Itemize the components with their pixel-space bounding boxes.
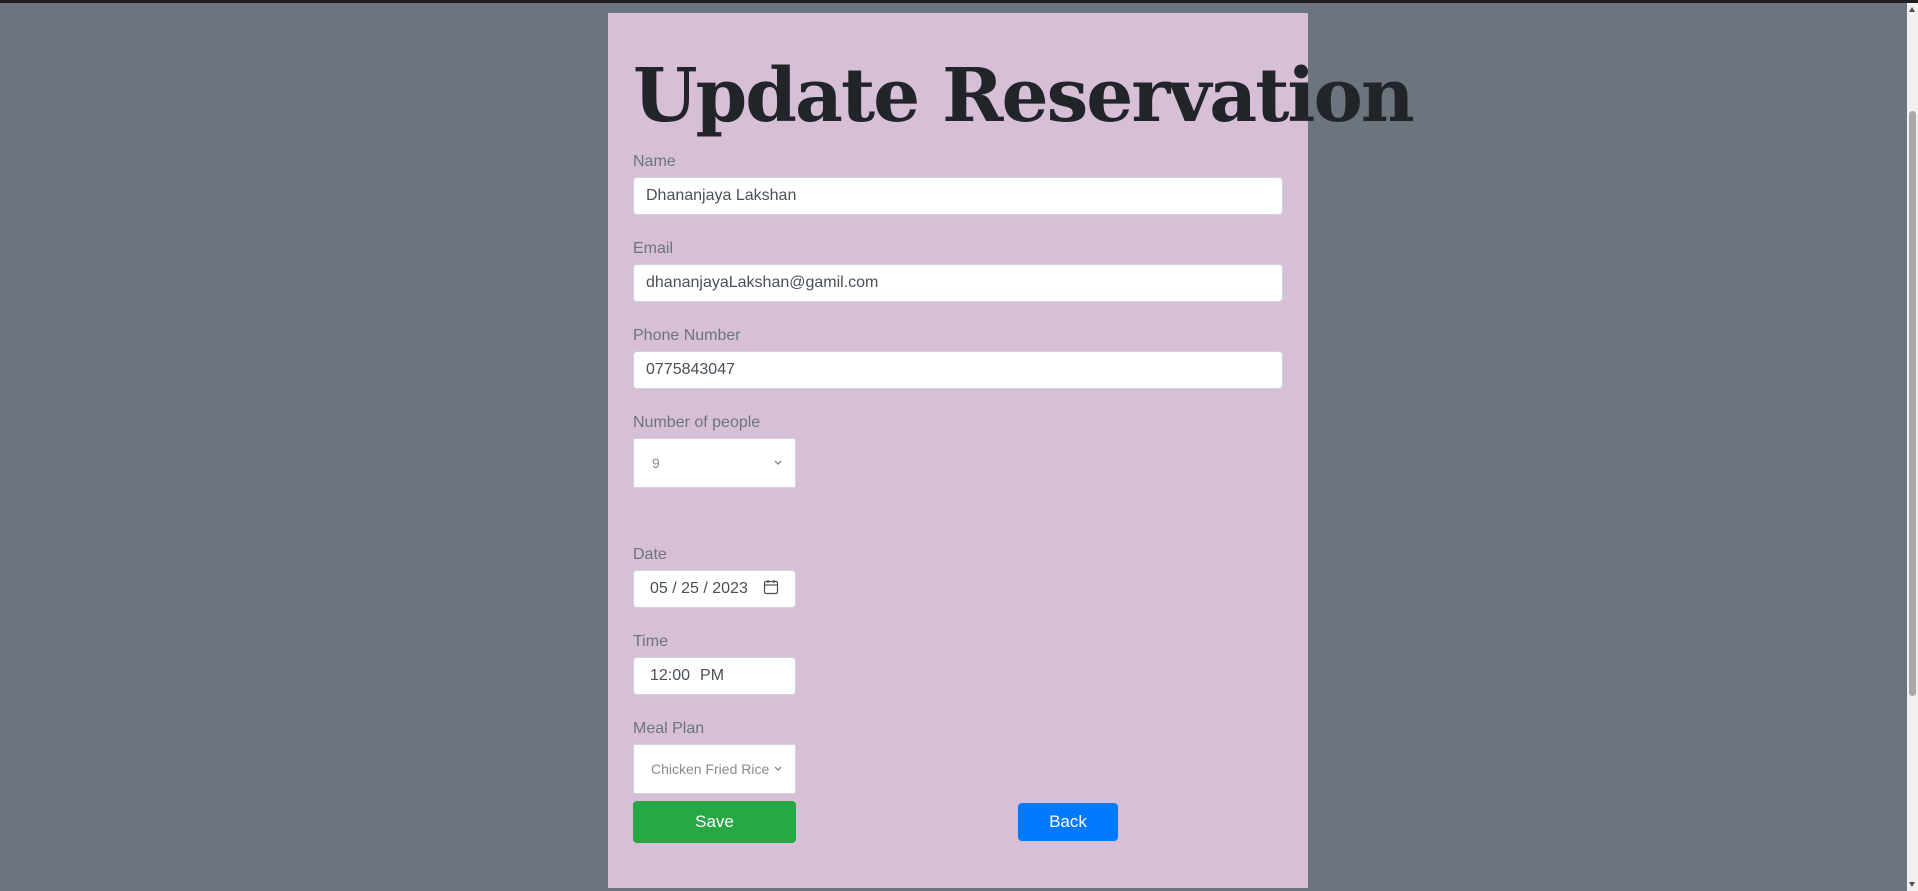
page-scrollbar[interactable] xyxy=(1907,3,1918,891)
phone-input[interactable]: 0775843047 xyxy=(633,351,1283,389)
time-ampm[interactable]: PM xyxy=(700,667,724,685)
date-input[interactable]: 05 / 25 / 2023 xyxy=(633,570,796,608)
time-field-group: Time 12 : 00 PM xyxy=(633,633,796,695)
date-separator: / xyxy=(672,580,682,597)
meal-field-group: Meal Plan Chicken Fried Rice xyxy=(633,720,796,794)
time-minute[interactable]: 00 xyxy=(672,667,690,685)
date-year[interactable]: 2023 xyxy=(712,580,748,597)
window-top-border xyxy=(0,0,1918,3)
chevron-down-icon xyxy=(773,458,783,468)
people-select[interactable]: 9 xyxy=(633,438,796,488)
meal-label: Meal Plan xyxy=(633,720,705,737)
phone-label: Phone Number xyxy=(633,327,741,344)
date-month[interactable]: 05 xyxy=(650,580,668,597)
date-field-group: Date 05 / 25 / 2023 xyxy=(633,546,796,608)
name-input[interactable]: Dhananjaya Lakshan xyxy=(633,177,1283,215)
time-hour[interactable]: 12 xyxy=(650,667,668,685)
scroll-up-arrow-icon[interactable] xyxy=(1909,7,1915,12)
email-input-value: dhananjayaLakshan@gamil.com xyxy=(646,274,879,291)
date-day[interactable]: 25 xyxy=(681,580,699,597)
people-select-value: 9 xyxy=(652,455,660,471)
scroll-thumb[interactable] xyxy=(1909,111,1916,696)
reservation-form: Update Reservation Name Dhananjaya Laksh… xyxy=(608,13,1415,888)
page-title: Update Reservation xyxy=(633,53,1415,139)
time-label: Time xyxy=(633,633,668,650)
scroll-down-arrow-icon[interactable] xyxy=(1909,882,1915,887)
save-button[interactable]: Save xyxy=(633,801,796,843)
calendar-icon[interactable] xyxy=(763,579,779,600)
email-field-group: Email dhananjayaLakshan@gamil.com xyxy=(633,240,1283,302)
email-label: Email xyxy=(633,240,674,257)
people-field-group: Number of people 9 xyxy=(633,414,796,488)
date-label: Date xyxy=(633,546,667,563)
name-label: Name xyxy=(633,153,676,170)
back-button[interactable]: Back xyxy=(1018,803,1118,841)
date-value: 05 / 25 / 2023 xyxy=(650,580,748,598)
chevron-down-icon xyxy=(773,764,783,774)
date-separator: / xyxy=(703,580,713,597)
meal-select-value: Chicken Fried Rice xyxy=(651,761,770,777)
time-input[interactable]: 12 : 00 PM xyxy=(633,657,796,695)
name-input-value: Dhananjaya Lakshan xyxy=(646,187,797,204)
people-label: Number of people xyxy=(633,414,761,431)
phone-field-group: Phone Number 0775843047 xyxy=(633,327,1283,389)
meal-select[interactable]: Chicken Fried Rice xyxy=(633,744,796,794)
name-field-group: Name Dhananjaya Lakshan xyxy=(633,153,1283,215)
phone-input-value: 0775843047 xyxy=(646,361,735,378)
email-input[interactable]: dhananjayaLakshan@gamil.com xyxy=(633,264,1283,302)
